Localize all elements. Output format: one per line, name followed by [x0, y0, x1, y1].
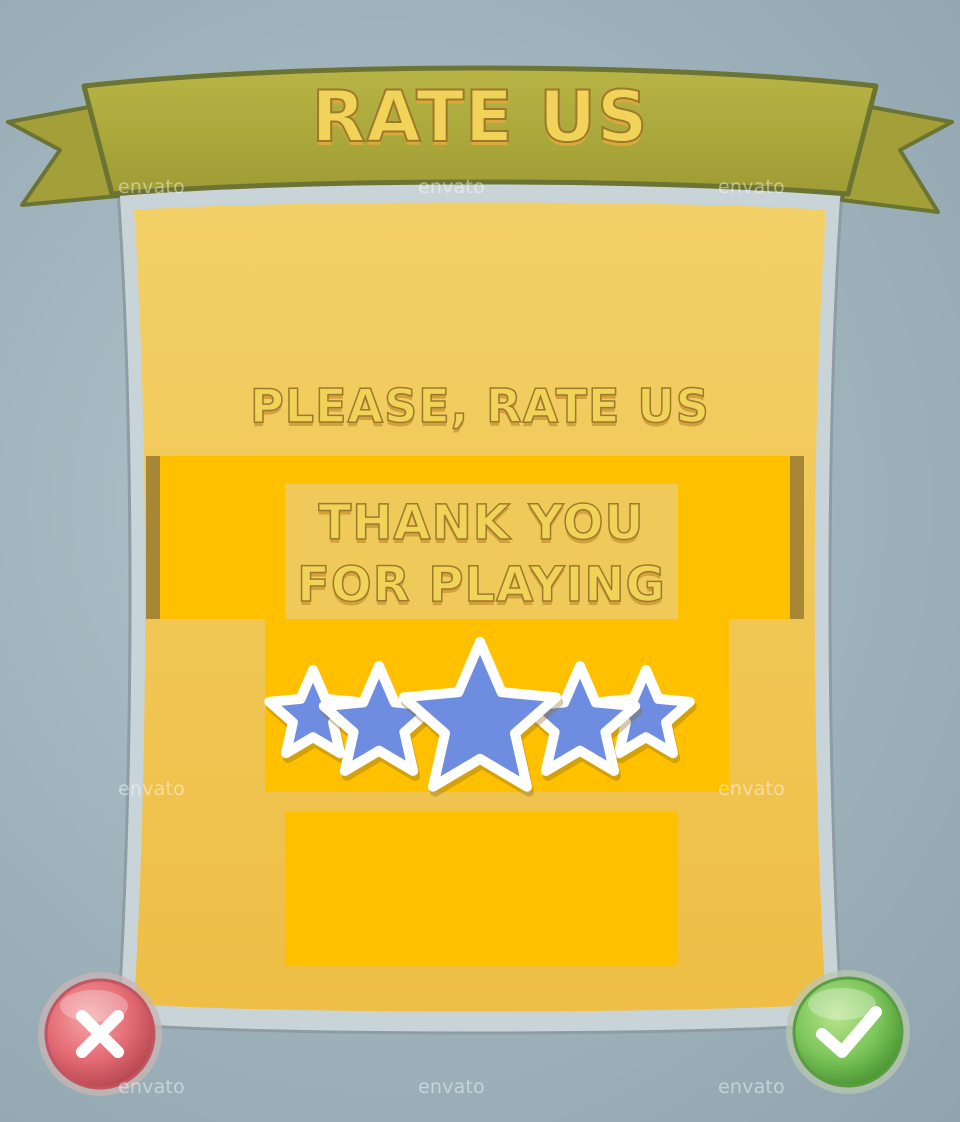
confirm-button[interactable] [786, 970, 910, 1094]
thank-you-line-2: FOR PLAYING [296, 556, 666, 614]
panel-edge-left [146, 456, 160, 619]
watermark: envato [718, 1076, 785, 1098]
panel-edge-right [790, 456, 804, 619]
watermark: envato [118, 778, 185, 800]
thank-you-message: THANK YOU FOR PLAYING [285, 492, 678, 622]
watermark: envato [718, 176, 785, 198]
watermark: envato [118, 1076, 185, 1098]
empty-slot [285, 812, 678, 966]
dialog-subtitle: PLEASE, RATE US [249, 379, 710, 433]
watermark: envato [718, 778, 785, 800]
watermark: envato [418, 176, 485, 198]
thank-you-line-1: THANK YOU [318, 494, 645, 552]
dialog-title: RATE US [311, 76, 649, 158]
watermark: envato [418, 1076, 485, 1098]
watermark: envato [118, 176, 185, 198]
